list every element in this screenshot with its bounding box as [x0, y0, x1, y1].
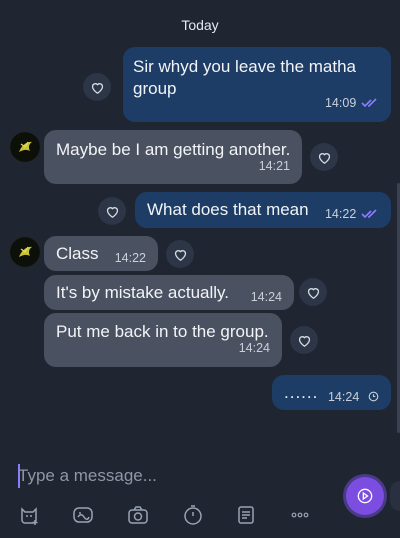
read-check-icon — [361, 92, 379, 111]
message-bubble-incoming[interactable]: Put me back in to the group. 14:24 — [44, 313, 282, 367]
composer-toolbar — [0, 502, 400, 530]
sticker-button[interactable] — [16, 502, 42, 528]
message-text: Class — [56, 244, 99, 263]
camera-button[interactable] — [125, 502, 151, 528]
contact-avatar[interactable] — [10, 237, 40, 267]
pending-clock-icon — [368, 386, 379, 408]
message-bubble-outgoing[interactable]: What does that mean 14:22 — [135, 192, 391, 228]
voice-send-button[interactable] — [346, 477, 384, 515]
heart-icon — [298, 335, 310, 347]
timer-button[interactable] — [180, 502, 206, 528]
like-button[interactable] — [83, 73, 111, 101]
message-time: 14:24 — [250, 290, 282, 304]
message-text: What does that mean — [147, 200, 309, 219]
heart-icon — [307, 287, 319, 299]
message-bubble-incoming[interactable]: It's by mistake actually. 14:24 — [44, 275, 294, 310]
gif-sticker-icon — [73, 507, 93, 523]
message-bubble-outgoing[interactable]: Sir whyd you leave the matha group 14:09 — [123, 47, 391, 122]
message-text: group — [133, 79, 177, 98]
more-icon — [291, 512, 309, 518]
like-button[interactable] — [98, 197, 126, 225]
heart-icon — [91, 82, 103, 94]
heart-icon — [106, 206, 118, 218]
gif-button[interactable] — [70, 502, 96, 528]
message-time: 14:22 — [114, 251, 146, 265]
message-time: 14:21 — [258, 159, 290, 173]
message-bubble-incoming[interactable]: Class 14:22 — [44, 236, 158, 271]
notes-icon — [238, 506, 254, 524]
message-text: ...... — [284, 383, 319, 402]
like-button[interactable] — [290, 326, 318, 354]
timer-icon — [184, 505, 202, 525]
more-button[interactable] — [287, 502, 313, 528]
message-bubble-outgoing[interactable]: ...... 14:24 — [272, 375, 391, 410]
sticker-icon — [21, 507, 38, 525]
message-bubble-incoming[interactable]: Maybe be I am getting another. 14:21 — [44, 130, 302, 184]
camera-icon — [128, 506, 148, 524]
message-text: Maybe be I am getting another. — [56, 140, 291, 159]
read-check-icon — [361, 203, 379, 222]
message-time: 14:24 — [238, 341, 270, 355]
date-separator: Today — [181, 17, 219, 33]
heart-icon — [318, 152, 330, 164]
heart-icon — [174, 249, 186, 261]
message-input[interactable]: Type a message... — [18, 466, 157, 486]
side-panel-handle[interactable] — [390, 481, 400, 511]
contact-avatar[interactable] — [10, 132, 40, 162]
voice-send-icon — [357, 488, 373, 504]
like-button[interactable] — [310, 143, 338, 171]
like-button[interactable] — [299, 278, 327, 306]
like-button[interactable] — [166, 240, 194, 268]
message-time: 14:22 — [324, 207, 357, 221]
message-text: Put me back in to the group. — [56, 322, 269, 341]
notes-button[interactable] — [233, 502, 259, 528]
message-time: 14:09 — [324, 96, 357, 110]
message-text: It's by mistake actually. — [56, 283, 229, 302]
message-text: Sir whyd you leave the matha — [133, 57, 357, 76]
message-time: 14:24 — [327, 390, 360, 404]
